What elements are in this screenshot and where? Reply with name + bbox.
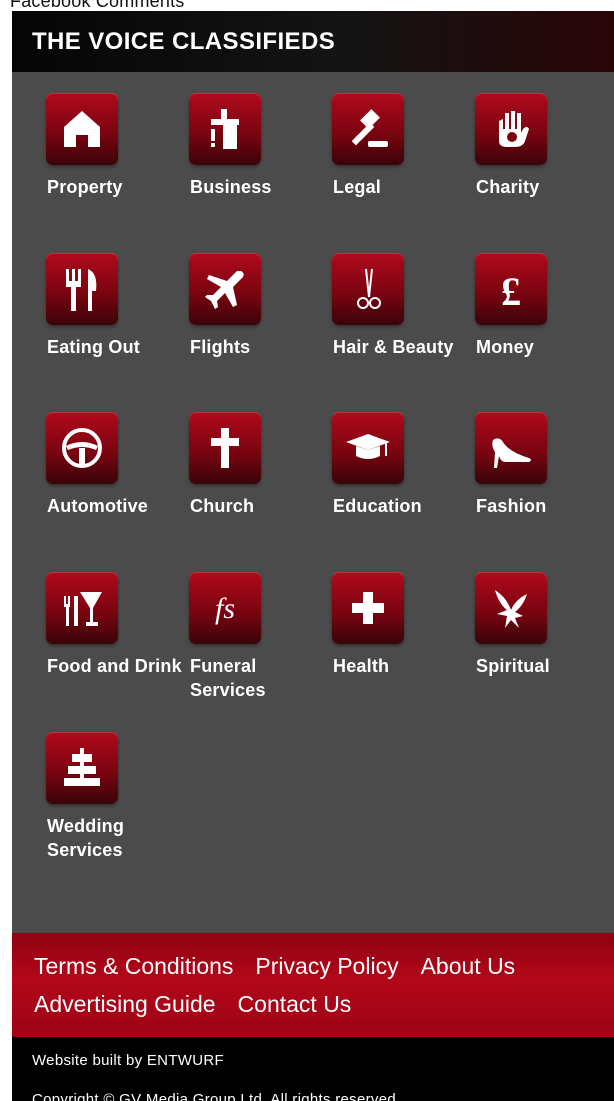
category-flights[interactable]: Flights bbox=[189, 253, 329, 403]
category-label: Eating Out bbox=[47, 337, 140, 357]
category-label: Automotive bbox=[47, 496, 148, 516]
category-health[interactable]: Health bbox=[332, 572, 472, 722]
cutlery-icon bbox=[46, 253, 118, 325]
category-property[interactable]: Property bbox=[46, 93, 186, 243]
category-fashion[interactable]: Fashion bbox=[475, 412, 614, 562]
category-spiritual[interactable]: Spiritual bbox=[475, 572, 614, 722]
category-education[interactable]: Education bbox=[332, 412, 472, 562]
fs-icon: fs bbox=[189, 572, 261, 644]
category-label: Flights bbox=[190, 337, 251, 357]
category-charity[interactable]: Charity bbox=[475, 93, 614, 243]
category-label: Charity bbox=[476, 177, 540, 197]
cross-icon bbox=[189, 412, 261, 484]
svg-text:fs: fs bbox=[215, 592, 235, 625]
classifieds-panel: THE VOICE CLASSIFIEDS Property Business … bbox=[12, 11, 614, 1101]
classifieds-header: THE VOICE CLASSIFIEDS bbox=[12, 11, 614, 72]
category-food-and-drink[interactable]: Food and Drink bbox=[46, 572, 186, 722]
category-label: Property bbox=[47, 177, 123, 197]
footer-links-bar: Terms & Conditions Privacy Policy About Us… bbox=[12, 933, 614, 1037]
category-church[interactable]: Church bbox=[189, 412, 329, 562]
category-legal[interactable]: Legal bbox=[332, 93, 472, 243]
dove-icon bbox=[475, 572, 547, 644]
footer-bottom: Website built by ENTWURF Copyright © GV … bbox=[12, 1037, 614, 1101]
category-hair-beauty[interactable]: Hair & Beauty bbox=[332, 253, 472, 403]
category-label: Hair & Beauty bbox=[333, 337, 454, 357]
category-grid: Property Business Legal Charity Eating O… bbox=[12, 72, 614, 933]
airplane-icon bbox=[189, 253, 261, 325]
advertising-guide-link[interactable]: Advertising Guide bbox=[34, 991, 216, 1017]
page-title: THE VOICE CLASSIFIEDS bbox=[32, 27, 336, 55]
scissors-icon bbox=[332, 253, 404, 325]
business-icon bbox=[189, 93, 261, 165]
category-label: Money bbox=[476, 337, 535, 357]
about-link[interactable]: About Us bbox=[421, 953, 516, 979]
health-plus-icon bbox=[332, 572, 404, 644]
hand-icon bbox=[475, 93, 547, 165]
category-funeral-services[interactable]: fs Funeral Services bbox=[189, 572, 329, 722]
svg-text:£: £ bbox=[501, 269, 521, 314]
high-heel-icon bbox=[475, 412, 547, 484]
category-label: Church bbox=[190, 496, 255, 516]
category-label: Funeral Services bbox=[190, 656, 266, 700]
terms-link[interactable]: Terms & Conditions bbox=[34, 953, 233, 979]
contact-link[interactable]: Contact Us bbox=[238, 991, 352, 1017]
category-business[interactable]: Business bbox=[189, 93, 329, 243]
gavel-icon bbox=[332, 93, 404, 165]
category-label: Spiritual bbox=[476, 656, 550, 676]
category-label: Fashion bbox=[476, 496, 547, 516]
privacy-link[interactable]: Privacy Policy bbox=[255, 953, 398, 979]
category-label: Legal bbox=[333, 177, 382, 197]
cocktail-icon bbox=[46, 572, 118, 644]
wedding-cake-icon bbox=[46, 732, 118, 804]
category-label: Health bbox=[333, 656, 390, 676]
category-automotive[interactable]: Automotive bbox=[46, 412, 186, 562]
category-label: Wedding Services bbox=[47, 816, 125, 860]
graduation-cap-icon bbox=[332, 412, 404, 484]
category-label: Education bbox=[333, 496, 422, 516]
copyright-text: Copyright © GV Media Group Ltd. All righ… bbox=[32, 1091, 401, 1101]
category-money[interactable]: £ Money bbox=[475, 253, 614, 403]
category-eating-out[interactable]: Eating Out bbox=[46, 253, 186, 403]
category-wedding-services[interactable]: Wedding Services bbox=[46, 732, 186, 882]
footer-links: Terms & Conditions Privacy Policy About Us… bbox=[34, 947, 604, 1023]
category-label: Business bbox=[190, 177, 272, 197]
category-label: Food and Drink bbox=[47, 656, 182, 676]
pound-icon: £ bbox=[475, 253, 547, 325]
steering-wheel-icon bbox=[46, 412, 118, 484]
page: Facebook Comments THE VOICE CLASSIFIEDS … bbox=[0, 0, 614, 1101]
built-by-text: Website built by ENTWURF bbox=[32, 1052, 224, 1069]
house-icon bbox=[46, 93, 118, 165]
